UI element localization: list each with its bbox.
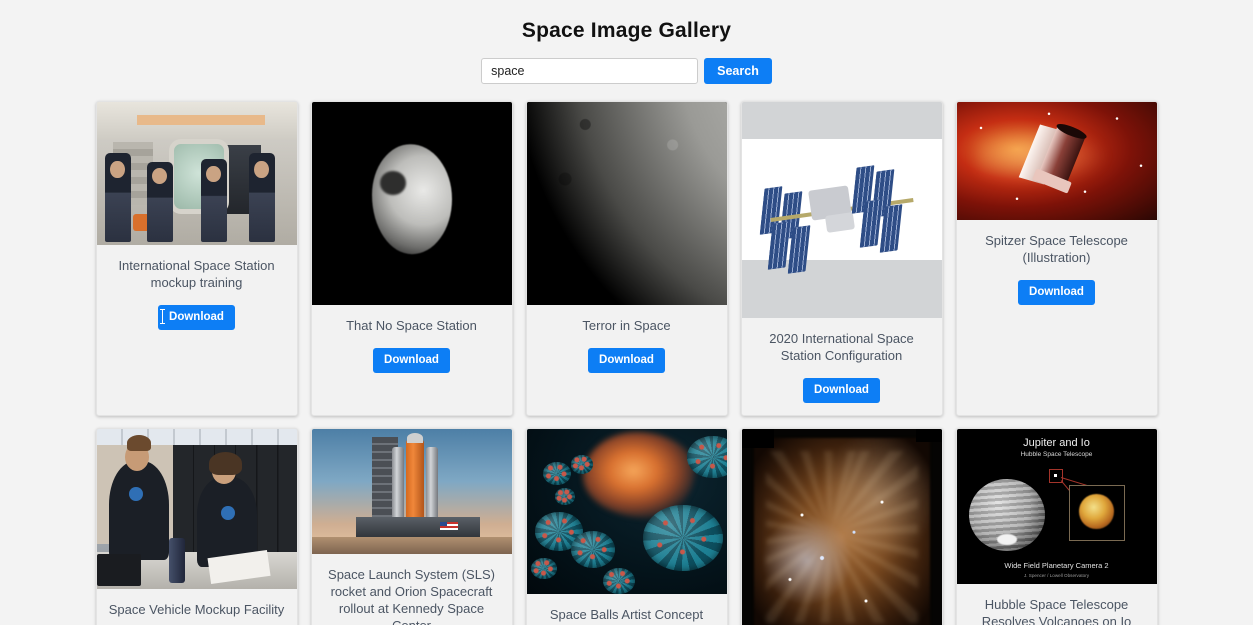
- card-caption: Hubble Space Telescope Resolves Volcanoe…: [981, 597, 1132, 625]
- plate-subtitle: Hubble Space Telescope: [1020, 450, 1093, 458]
- search-input[interactable]: [481, 58, 699, 84]
- download-button[interactable]: Download: [373, 348, 450, 373]
- text-cursor-icon: [160, 309, 166, 324]
- download-wrap: Download: [527, 334, 727, 373]
- card-caption: Space Launch System (SLS) rocket and Ori…: [328, 567, 495, 625]
- plate-instrument: Wide Field Planetary Camera 2: [1004, 561, 1109, 571]
- card-caption: Spitzer Space Telescope (Illustration): [985, 233, 1128, 265]
- crescent-moon-photo[interactable]: [526, 102, 727, 305]
- download-button[interactable]: Download: [158, 305, 235, 330]
- download-wrap: Download: [97, 291, 297, 330]
- image-grid: International Space Station mockup train…: [0, 101, 1253, 625]
- spitzer-telescope-illustration[interactable]: [956, 102, 1157, 220]
- gallery-card[interactable]: Download: [740, 428, 943, 625]
- small-moon-photo[interactable]: [311, 102, 512, 305]
- buckyballs-nebula-illustration[interactable]: [526, 429, 727, 594]
- engineers-at-desk-photo[interactable]: [96, 429, 297, 589]
- plate-title: Jupiter and Io: [1023, 436, 1090, 449]
- card-caption: Space Balls Artist Concept: [549, 607, 704, 622]
- plate-credit: J. Spencer / Lowell Observatory: [1023, 572, 1090, 578]
- card-caption: Terror in Space: [582, 318, 671, 333]
- gallery-card[interactable]: Spitzer Space Telescope (Illustration) D…: [955, 101, 1158, 416]
- gallery-card[interactable]: 2020 International Space Station Configu…: [740, 101, 943, 416]
- gallery-card[interactable]: Space Vehicle Mockup Facility Download: [95, 428, 298, 625]
- download-wrap: Download: [312, 334, 512, 373]
- card-caption: 2020 International Space Station Configu…: [769, 331, 914, 363]
- download-wrap: Download: [97, 618, 297, 625]
- download-button[interactable]: Download: [1018, 280, 1095, 305]
- card-caption: That No Space Station: [346, 318, 477, 333]
- gallery-card[interactable]: Jupiter and Io Hubble Space Telescope Wi…: [955, 428, 1158, 625]
- gallery-card[interactable]: Terror in Space Download: [525, 101, 728, 416]
- gallery-card[interactable]: Space Balls Artist Concept Download: [525, 428, 728, 625]
- download-button[interactable]: Download: [803, 378, 880, 403]
- download-button[interactable]: Download: [588, 348, 665, 373]
- iss-mockup-training-photo[interactable]: [96, 102, 297, 245]
- iss-configuration-diagram[interactable]: [741, 102, 942, 318]
- page-title: Space Image Gallery: [521, 19, 732, 42]
- gallery-card[interactable]: That No Space Station Download: [310, 101, 513, 416]
- download-wrap: Download: [957, 266, 1157, 305]
- sls-rocket-rollout-photo[interactable]: [311, 429, 512, 554]
- card-caption: Space Vehicle Mockup Facility: [108, 602, 285, 617]
- search-bar: Search: [0, 58, 1253, 84]
- gallery-card[interactable]: International Space Station mockup train…: [95, 101, 298, 416]
- card-caption: International Space Station mockup train…: [118, 258, 275, 290]
- gallery-card[interactable]: Space Launch System (SLS) rocket and Ori…: [310, 428, 513, 625]
- search-button[interactable]: Search: [704, 58, 772, 84]
- gallery-page: Space Image Gallery Search International…: [0, 0, 1253, 625]
- jupiter-and-io-plate[interactable]: Jupiter and Io Hubble Space Telescope Wi…: [956, 429, 1157, 584]
- download-wrap: Download: [742, 364, 942, 403]
- nebula-galaxy-photo[interactable]: [741, 429, 942, 625]
